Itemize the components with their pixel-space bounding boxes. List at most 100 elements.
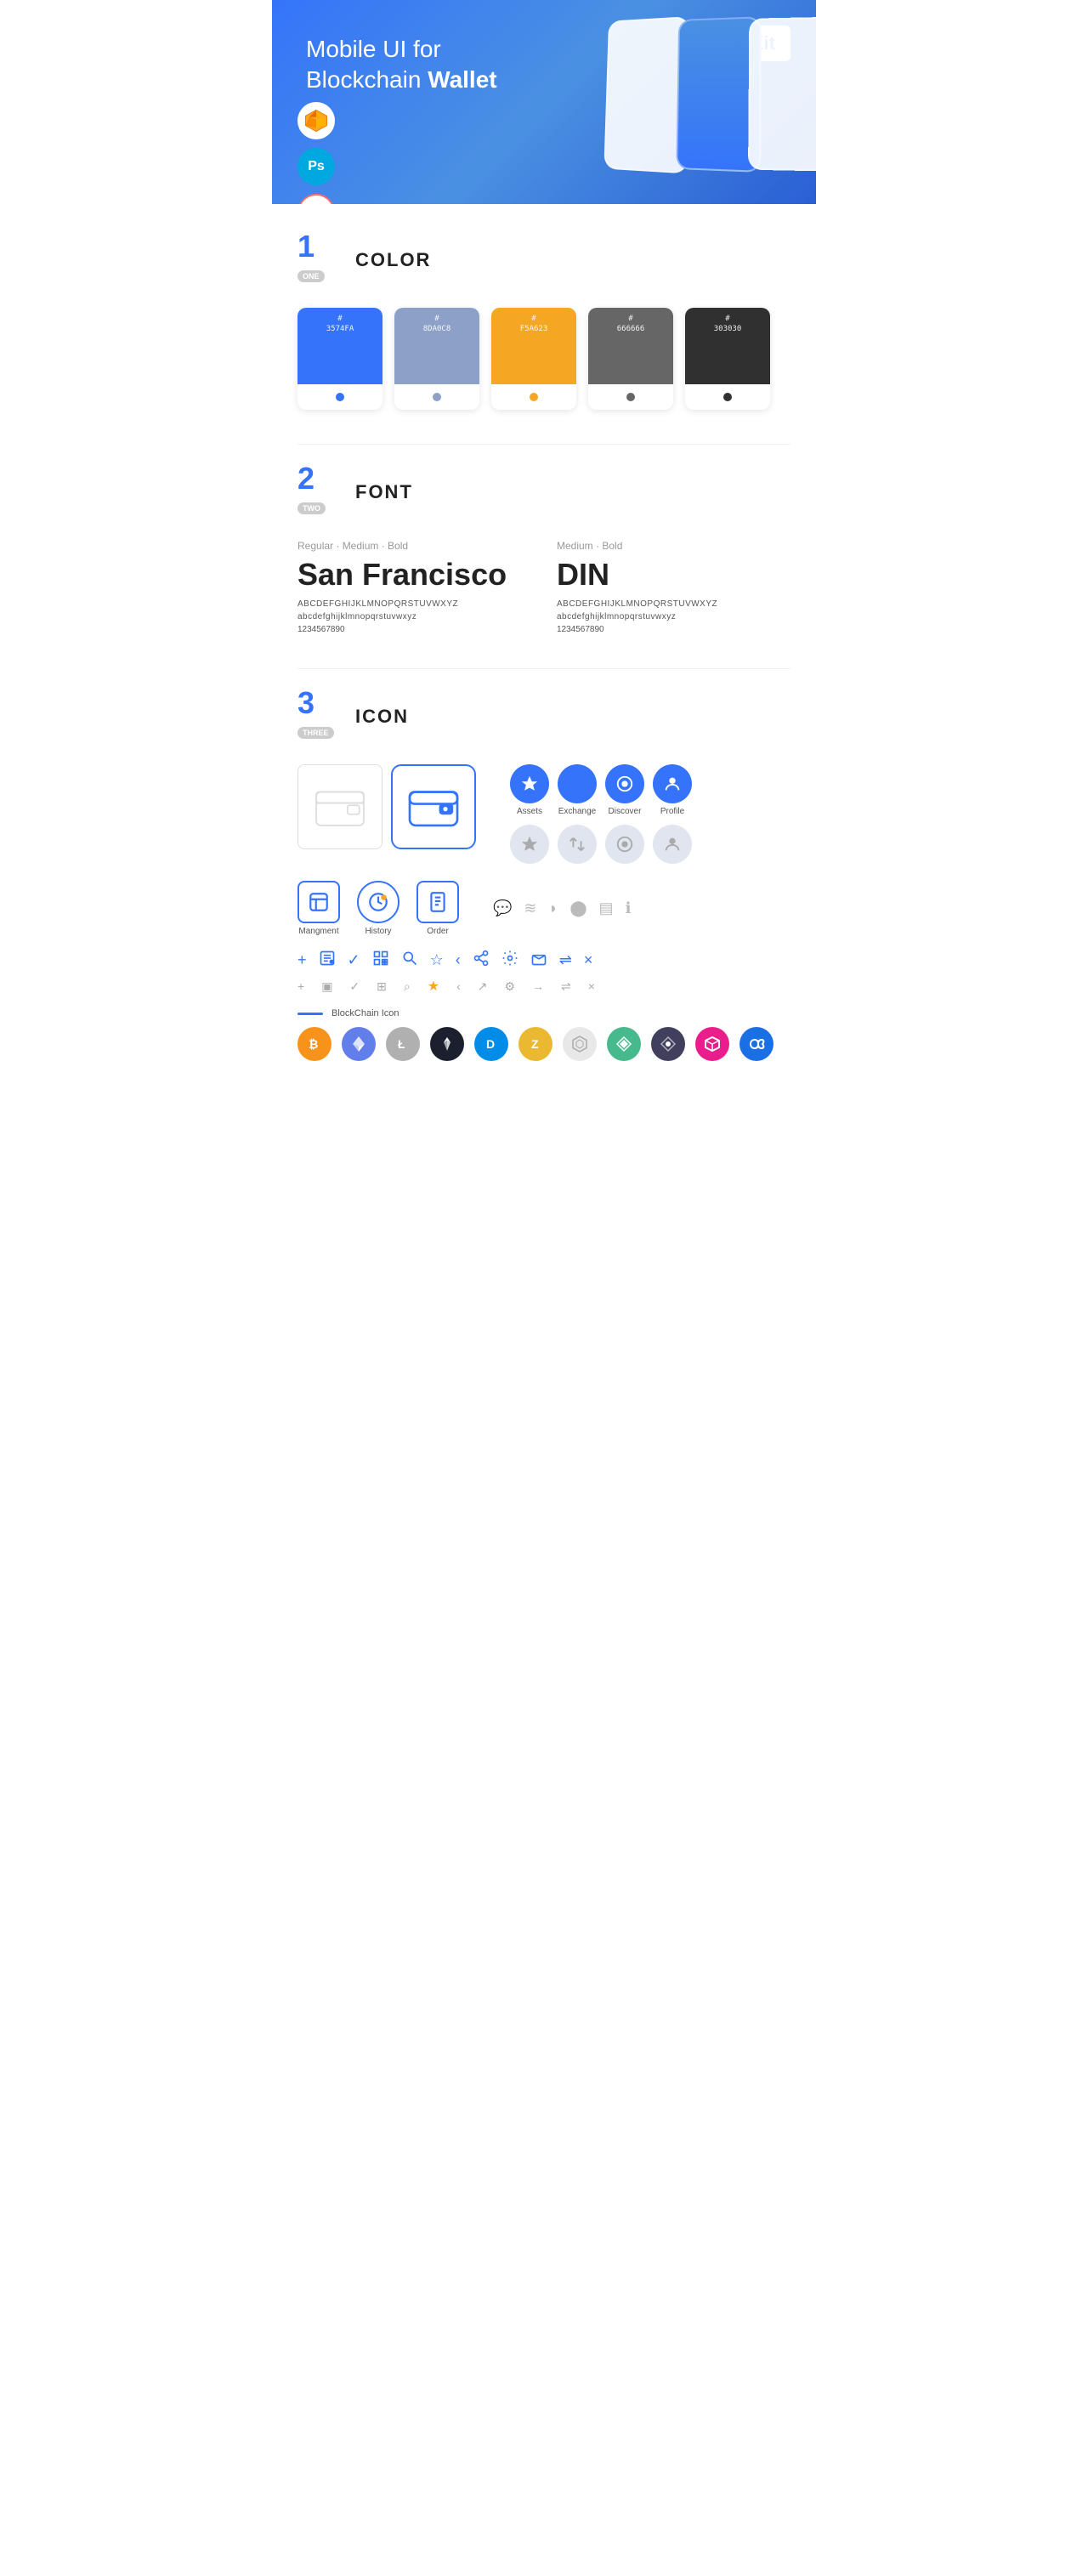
- hero-section: Mobile UI for Blockchain Wallet UI Kit P…: [272, 0, 816, 204]
- icon-wireframe-group: [298, 764, 476, 849]
- history-label: History: [365, 927, 391, 936]
- swatch-dark-dot: [723, 393, 732, 401]
- icon-section-title: ICON: [355, 706, 409, 728]
- ps-badge-text: Ps: [308, 159, 325, 174]
- blue-icon: [740, 1027, 774, 1061]
- blockchain-line: [298, 1013, 323, 1015]
- augur-icon: [607, 1027, 641, 1061]
- font-section-title: FONT: [355, 481, 413, 503]
- qr-gray-icon: ⊞: [377, 979, 387, 994]
- hero-title-text: Mobile UI for Blockchain: [306, 36, 441, 93]
- color-num-word: ONE: [298, 270, 325, 282]
- main-content: 1 ONE COLOR #3574FA #8DA0C8 #F5A623 #666…: [272, 204, 816, 1129]
- order-label: Order: [427, 927, 449, 936]
- settings-icon: [502, 950, 518, 971]
- misc-icon-row-gray: + ▣ ✓ ⊞ ⌕ ★ ‹ ↗ ⚙ → ⇌ ×: [298, 978, 790, 995]
- icon-nav-profile: Profile: [653, 764, 692, 816]
- exchange-icon: [558, 764, 597, 803]
- blockchain-label: BlockChain Icon: [332, 1008, 400, 1018]
- icon-nav-profile-gray: [653, 825, 692, 864]
- dash-icon: D: [474, 1027, 508, 1061]
- color-num-big: 1: [298, 231, 314, 262]
- swap-gray-icon: ⇌: [561, 979, 571, 994]
- font-sf-meta: Regular · Medium · Bold: [298, 540, 531, 552]
- font-sf: Regular · Medium · Bold San Francisco AB…: [298, 540, 531, 634]
- crypto-icons: ₿ Ł D Z: [298, 1027, 790, 1061]
- svg-text:Z: Z: [531, 1037, 539, 1051]
- plus-gray-icon: +: [298, 979, 304, 993]
- send-gray-icon: →: [532, 979, 544, 993]
- font-din-uppercase: ABCDEFGHIJKLMNOPQRSTUVWXYZ: [557, 599, 790, 609]
- color-section-title: COLOR: [355, 249, 431, 271]
- check-gray-icon: ✓: [349, 979, 360, 994]
- color-section-header: 1 ONE COLOR: [298, 238, 790, 282]
- ps-badge: Ps: [298, 148, 335, 185]
- swatch-gray: #666666: [588, 308, 673, 410]
- qr-icon: [372, 950, 389, 971]
- zcash-icon: Z: [518, 1027, 552, 1061]
- tab-history: History: [357, 881, 400, 936]
- star-icon: ☆: [430, 951, 444, 969]
- ethereum-icon: [342, 1027, 376, 1061]
- font-section-header: 2 TWO FONT: [298, 470, 790, 514]
- back-icon: ‹: [456, 951, 461, 969]
- font-sf-lowercase: abcdefghijklmnopqrstuvwxyz: [298, 612, 531, 621]
- bitcoin-icon: ₿: [298, 1027, 332, 1061]
- font-section: Regular · Medium · Bold San Francisco AB…: [298, 540, 790, 634]
- moon-icon: ◗: [549, 899, 558, 917]
- icon-colored-wallet: [391, 764, 476, 849]
- font-sf-name: San Francisco: [298, 557, 531, 593]
- checkmark-icon: ✓: [348, 951, 360, 969]
- star-gray-icon: ★: [428, 978, 439, 995]
- divider-1: [298, 444, 790, 445]
- swap-icon: ⇌: [559, 951, 572, 969]
- exchange-label: Exchange: [558, 807, 596, 816]
- order-icon: [416, 881, 459, 923]
- hero-badges: Ps 60+ Screens: [298, 102, 335, 204]
- icon-top-row: Assets Exchange Discover: [298, 764, 790, 864]
- icon-nav-assets-gray: [510, 825, 549, 864]
- font-grid: Regular · Medium · Bold San Francisco AB…: [298, 540, 790, 634]
- search-gray-icon: ⌕: [404, 979, 411, 994]
- management-label: Mangment: [298, 927, 338, 936]
- font-sf-digits: 1234567890: [298, 625, 531, 634]
- icon-nav-discover: Discover: [605, 764, 644, 816]
- swatch-orange-dot: [530, 393, 538, 401]
- color-swatches: #3574FA #8DA0C8 #F5A623 #666666 #303030: [298, 308, 790, 410]
- back-gray-icon: ‹: [456, 979, 461, 993]
- font-num-big: 2: [298, 463, 314, 494]
- list-edit-icon: [319, 950, 336, 971]
- profile-gray-icon: [653, 825, 692, 864]
- exchange-gray-icon: [558, 825, 597, 864]
- swatch-gray-blue-dot: [433, 393, 441, 401]
- icon-nav-exchange: Exchange: [558, 764, 597, 816]
- assets-label: Assets: [517, 807, 542, 816]
- swatch-blue: #3574FA: [298, 308, 382, 410]
- discover-icon: [605, 764, 644, 803]
- profile-icon: [653, 764, 692, 803]
- phone-mockups: [616, 17, 816, 170]
- msg-icon: ▤: [599, 899, 614, 917]
- history-icon: [357, 881, 400, 923]
- dark-icon: [651, 1027, 685, 1061]
- icon-nav-exchange-gray: [558, 825, 597, 864]
- font-din-digits: 1234567890: [557, 625, 790, 634]
- hero-title: Mobile UI for Blockchain Wallet: [306, 34, 561, 96]
- tab-management: Mangment: [298, 881, 340, 936]
- icon-nav-assets: Assets: [510, 764, 549, 816]
- icon-nav-group: Assets Exchange Discover: [510, 764, 692, 864]
- hero-title-bold: Wallet: [428, 66, 496, 93]
- info-icon: ℹ: [626, 899, 632, 917]
- swatch-dark: #303030: [685, 308, 770, 410]
- polygon-icon: [695, 1027, 729, 1061]
- font-section-number: 2 TWO: [298, 470, 342, 514]
- swatch-orange: #F5A623: [491, 308, 576, 410]
- swatch-gray-blue: #8DA0C8: [394, 308, 479, 410]
- assets-icon: [510, 764, 549, 803]
- swatch-gray-dot: [626, 393, 635, 401]
- discover-gray-icon: [605, 825, 644, 864]
- icon-num-big: 3: [298, 688, 314, 718]
- management-icon: [298, 881, 340, 923]
- discover-label: Discover: [609, 807, 642, 816]
- icon-tab-row: Mangment History: [298, 881, 790, 936]
